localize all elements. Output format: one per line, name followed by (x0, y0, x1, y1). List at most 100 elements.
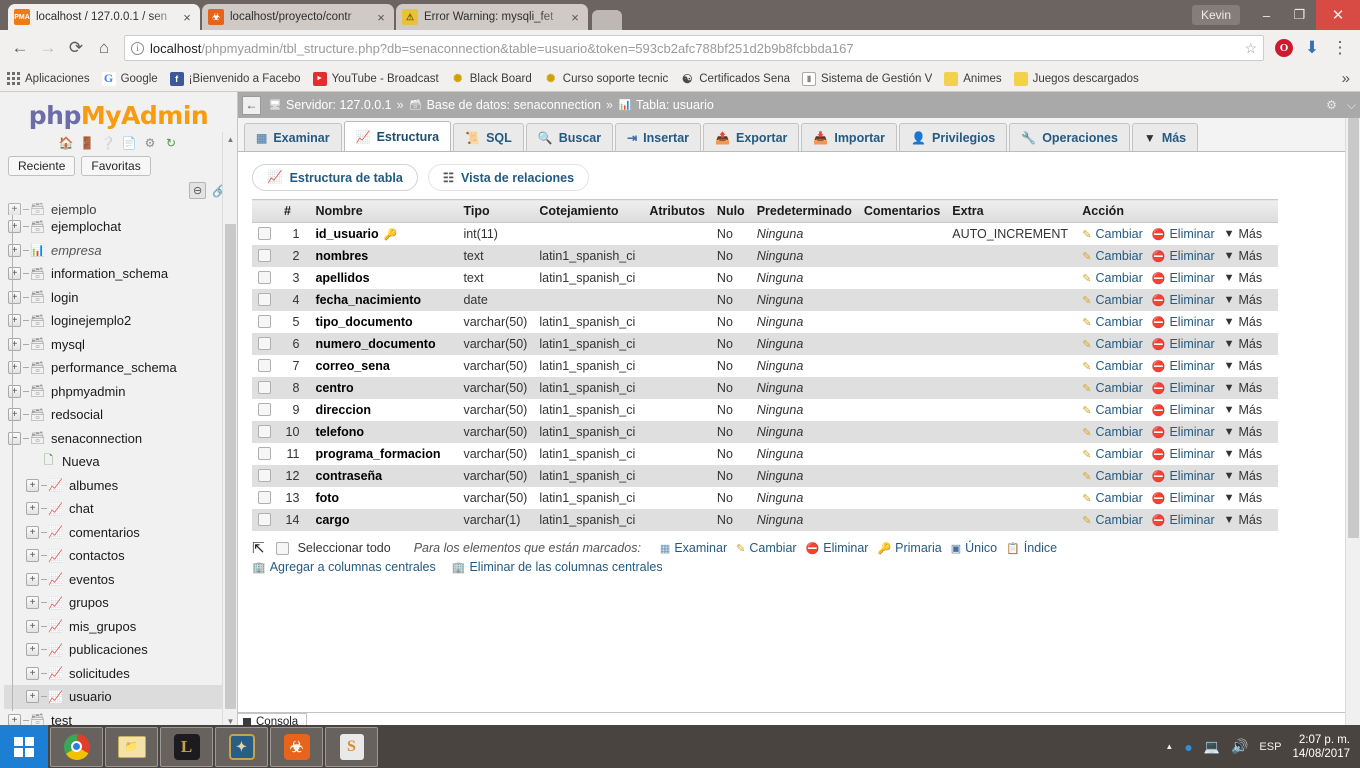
close-icon[interactable]: × (180, 11, 194, 24)
row-more-button[interactable]: ▼ Más (1224, 249, 1263, 263)
row-more-button[interactable]: ▼ Más (1224, 227, 1263, 241)
footer-examinar-button[interactable]: ▦ Examinar (660, 541, 727, 555)
bookmarks-overflow-icon[interactable]: » (1342, 70, 1354, 87)
row-more-button[interactable]: ▼ Más (1224, 513, 1263, 527)
settings-icon[interactable]: ⚙ (142, 135, 158, 151)
collapse-icon[interactable]: − (8, 431, 21, 445)
row-more-button[interactable]: ▼ Más (1224, 447, 1263, 461)
table-row[interactable]: 12 contraseña varchar(50) latin1_spanish_ci… (252, 465, 1278, 487)
expand-icon[interactable]: + (8, 314, 21, 328)
taskbar-item-chrome[interactable] (50, 726, 103, 767)
row-more-button[interactable]: ▼ Más (1224, 381, 1263, 395)
maximize-button[interactable]: ❐ (1283, 0, 1316, 30)
row-change-button[interactable]: ✎ Cambiar (1082, 447, 1142, 461)
expand-icon[interactable]: + (26, 525, 39, 539)
table-row[interactable]: 7 correo_sena varchar(50) latin1_spanish_ci… (252, 355, 1278, 377)
close-window-button[interactable]: ✕ (1316, 0, 1360, 30)
row-more-button[interactable]: ▼ Más (1224, 315, 1263, 329)
reload-icon[interactable]: ↻ (163, 135, 179, 151)
phpmyadmin-logo[interactable]: phpMyAdmin (0, 92, 237, 132)
row-more-button[interactable]: ▼ Más (1224, 425, 1263, 439)
row-checkbox[interactable] (258, 227, 271, 240)
tab-exportar[interactable]: 📤 Exportar (703, 123, 800, 151)
volume-icon[interactable]: 🔊 (1231, 738, 1248, 755)
row-checkbox[interactable] (258, 381, 271, 394)
download-icon[interactable]: ⬇ (1298, 34, 1326, 62)
back-icon[interactable]: ← (242, 95, 261, 115)
forward-icon[interactable]: → (34, 34, 62, 62)
col-predeterminado[interactable]: Predeterminado (750, 199, 858, 223)
tab-importar[interactable]: 📥 Importar (801, 123, 898, 151)
col-number[interactable]: # (278, 199, 310, 223)
row-change-button[interactable]: ✎ Cambiar (1082, 271, 1142, 285)
expand-icon[interactable]: + (8, 220, 21, 234)
col-atributos[interactable]: Atributos (643, 199, 711, 223)
tree-item-grupos[interactable]: + 📈 grupos (4, 591, 237, 615)
taskbar-item-sublime-text[interactable]: S (325, 726, 378, 767)
row-drop-button[interactable]: ⛔ Eliminar (1152, 227, 1215, 241)
select-all-label[interactable]: Seleccionar todo (298, 541, 391, 555)
home-icon[interactable]: ⌂ (90, 34, 118, 62)
bookmark-certificados-sena[interactable]: ☯ Certificados Sena (680, 72, 790, 86)
tree-item-senaconnection[interactable]: − 🗃 senaconnection (4, 427, 237, 451)
tab-operaciones[interactable]: 🔧 Operaciones (1009, 123, 1130, 151)
tree-item-solicitudes[interactable]: + 📈 solicitudes (4, 662, 237, 686)
row-checkbox[interactable] (258, 403, 271, 416)
row-more-button[interactable]: ▼ Más (1224, 293, 1263, 307)
row-more-button[interactable]: ▼ Más (1224, 403, 1263, 417)
column-name[interactable]: programa_formacion (315, 447, 440, 461)
column-name[interactable]: tipo_documento (315, 315, 412, 329)
sidebar-scrollbar[interactable]: ▲ ▼ (222, 132, 237, 729)
tree-item-ejemplo[interactable]: + 🗃 ejemplo (4, 203, 237, 215)
site-info-icon[interactable]: i (131, 41, 144, 55)
column-name[interactable]: foto (315, 491, 339, 505)
table-row[interactable]: 9 direccion varchar(50) latin1_spanish_ci No… (252, 399, 1278, 421)
favorites-button[interactable]: Favoritas (81, 156, 151, 176)
expand-icon[interactable]: + (26, 690, 39, 704)
tree-item-publicaciones[interactable]: + 📈 publicaciones (4, 638, 237, 662)
tree-item-albumes[interactable]: + 📈 albumes (4, 474, 237, 498)
select-all-checkbox[interactable] (275, 541, 289, 555)
column-name[interactable]: direccion (315, 403, 371, 417)
scrollbar-thumb[interactable] (225, 224, 236, 709)
add-central-columns-button[interactable]: 🏢 Agregar a columnas centrales (252, 560, 436, 574)
footer-indice-button[interactable]: 📋 Índice (1006, 541, 1057, 555)
row-change-button[interactable]: ✎ Cambiar (1082, 469, 1142, 483)
expand-icon[interactable]: + (8, 384, 21, 398)
row-drop-button[interactable]: ⛔ Eliminar (1152, 513, 1215, 527)
main-scrollbar[interactable] (1345, 118, 1360, 729)
tree-item-mis-grupos[interactable]: + 📈 mis_grupos (4, 615, 237, 639)
taskbar-item-hearthstone[interactable]: ✦ (215, 726, 268, 767)
row-checkbox[interactable] (258, 293, 271, 306)
row-change-button[interactable]: ✎ Cambiar (1082, 403, 1142, 417)
opera-extension-icon[interactable]: O (1270, 34, 1298, 62)
row-change-button[interactable]: ✎ Cambiar (1082, 337, 1142, 351)
exit-icon[interactable]: 🚪 (79, 135, 95, 151)
table-row[interactable]: 2 nombres text latin1_spanish_ci No Ninguna ✎ C… (252, 245, 1278, 267)
expand-icon[interactable]: + (26, 666, 39, 680)
user-profile-button[interactable]: Kevin (1191, 5, 1240, 25)
footer-primaria-button[interactable]: 🔑 Primaria (877, 541, 941, 555)
bookmark-juegos[interactable]: Juegos descargados (1013, 71, 1139, 86)
recent-button[interactable]: Reciente (8, 156, 76, 176)
col-tipo[interactable]: Tipo (457, 199, 534, 223)
row-more-button[interactable]: ▼ Más (1224, 469, 1263, 483)
tab-estructura[interactable]: 📈 Estructura (343, 121, 452, 151)
close-icon[interactable]: × (374, 11, 388, 24)
row-change-button[interactable]: ✎ Cambiar (1082, 491, 1142, 505)
row-drop-button[interactable]: ⛔ Eliminar (1152, 403, 1215, 417)
col-cotejamiento[interactable]: Cotejamiento (533, 199, 644, 223)
tree-item-contactos[interactable]: + 📈 contactos (4, 544, 237, 568)
row-checkbox[interactable] (258, 249, 271, 262)
bookmark-facebook[interactable]: f ¡Bienvenido a Facebo (169, 71, 301, 86)
expand-icon[interactable]: + (8, 243, 21, 257)
column-name[interactable]: centro (315, 381, 353, 395)
row-drop-button[interactable]: ⛔ Eliminar (1152, 491, 1215, 505)
expand-icon[interactable]: + (8, 337, 21, 351)
column-name[interactable]: apellidos (315, 271, 369, 285)
row-more-button[interactable]: ▼ Más (1224, 271, 1263, 285)
scroll-up-icon[interactable]: ▲ (223, 132, 238, 147)
row-change-button[interactable]: ✎ Cambiar (1082, 425, 1142, 439)
column-name[interactable]: numero_documento (315, 337, 435, 351)
browser-tab-2[interactable]: ☣ localhost/proyecto/contr × (202, 4, 394, 30)
